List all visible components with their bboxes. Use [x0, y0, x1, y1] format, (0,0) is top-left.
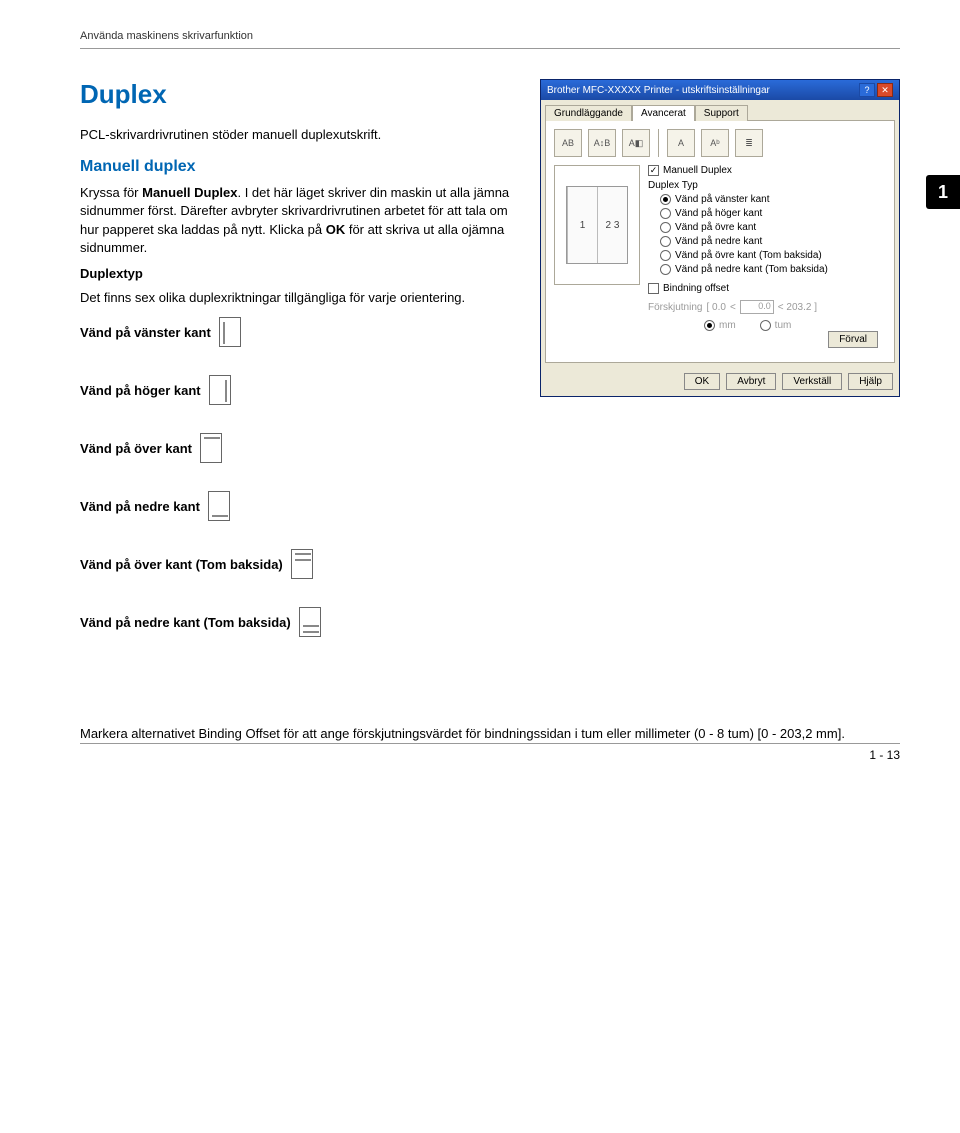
radio-label: Vänd på höger kant	[675, 208, 762, 219]
option-flip-bottom: Vänd på nedre kant	[80, 491, 520, 521]
strip-icon[interactable]: A↕B	[588, 129, 616, 157]
option-flip-top: Vänd på över kant	[80, 433, 520, 463]
checkbox-icon[interactable]	[648, 165, 659, 176]
dialog-titlebar[interactable]: Brother MFC-XXXXX Printer - utskriftsins…	[541, 80, 899, 100]
option-flip-top-blank: Vänd på över kant (Tom baksida)	[80, 549, 520, 579]
binding-offset-checkbox-row[interactable]: Bindning offset	[648, 283, 886, 294]
preview-page: 1	[567, 187, 597, 263]
radio-label: Vänd på vänster kant	[675, 194, 770, 205]
option-label: Vänd på över kant	[80, 441, 192, 456]
page-title: Duplex	[80, 79, 520, 110]
text-column: Duplex PCL-skrivardrivrutinen stöder man…	[80, 79, 520, 665]
dialog-title: Brother MFC-XXXXX Printer - utskriftsins…	[547, 85, 770, 96]
page-number: 1 - 13	[80, 743, 900, 762]
strip-icon[interactable]: Aᵇ	[701, 129, 729, 157]
default-button[interactable]: Förval	[828, 331, 878, 348]
intro-text: PCL-skrivardrivrutinen stöder manuell du…	[80, 126, 520, 144]
toolbar-icon-strip: AB A↕B A◧ A Aᵇ ≣	[554, 129, 886, 157]
radio-icon[interactable]	[660, 250, 671, 261]
binding-offset-controls: Förskjutning [ 0.0 < 0.0 < 203.2 ]	[648, 300, 886, 314]
option-label: Vänd på nedre kant	[80, 499, 200, 514]
duplex-left-icon	[219, 317, 241, 347]
duplex-options-pane: Manuell Duplex Duplex Typ Vänd på vänste…	[648, 165, 886, 331]
apply-button[interactable]: Verkställ	[782, 373, 842, 390]
print-settings-dialog: Brother MFC-XXXXX Printer - utskriftsins…	[540, 79, 900, 397]
radio-icon[interactable]	[760, 320, 771, 331]
binding-offset-label: Bindning offset	[663, 283, 729, 294]
strip-icon[interactable]: AB	[554, 129, 582, 157]
duplex-bottom-icon	[208, 491, 230, 521]
offset-range-min: [ 0.0	[706, 302, 725, 313]
preview-page: 2 3	[597, 187, 627, 263]
radio-label: Vänd på nedre kant	[675, 236, 762, 247]
option-label: Vänd på nedre kant (Tom baksida)	[80, 615, 291, 630]
option-flip-right: Vänd på höger kant	[80, 375, 520, 405]
radio-flip-bottom-blank[interactable]: Vänd på nedre kant (Tom baksida)	[660, 264, 886, 275]
duplex-top-blank-icon	[291, 549, 313, 579]
radio-label: Vänd på nedre kant (Tom baksida)	[675, 264, 828, 275]
radio-label: Vänd på övre kant (Tom baksida)	[675, 250, 822, 261]
titlebar-help-button[interactable]: ?	[859, 83, 875, 97]
unit-radio-row: mm tum	[648, 320, 886, 331]
radio-label: Vänd på övre kant	[675, 222, 756, 233]
option-label: Vänd på över kant (Tom baksida)	[80, 557, 283, 572]
manual-duplex-paragraph: Kryssa för Manuell Duplex. I det här läg…	[80, 184, 520, 257]
preview-book-icon: 1 2 3	[566, 186, 628, 264]
duplex-right-icon	[209, 375, 231, 405]
duplex-preview-pane: 1 2 3	[554, 165, 640, 285]
binding-offset-paragraph: Markera alternativet Binding Offset för …	[80, 725, 900, 743]
radio-icon[interactable]	[660, 264, 671, 275]
duplextyp-heading: Duplextyp	[80, 265, 520, 283]
radio-icon[interactable]	[660, 236, 671, 247]
strip-icon[interactable]: A◧	[622, 129, 650, 157]
manual-duplex-checkbox-row[interactable]: Manuell Duplex	[648, 165, 886, 176]
strip-icon[interactable]: A	[667, 129, 695, 157]
duplex-options-list: Vänd på vänster kant Vänd på höger kant …	[80, 317, 520, 637]
radio-flip-left[interactable]: Vänd på vänster kant	[660, 194, 886, 205]
offset-range-max: < 203.2 ]	[778, 302, 817, 313]
strip-separator	[658, 129, 659, 157]
radio-flip-top[interactable]: Vänd på övre kant	[660, 222, 886, 233]
page-header: Använda maskinens skrivarfunktion	[80, 30, 900, 49]
radio-icon[interactable]	[704, 320, 715, 331]
radio-icon[interactable]	[660, 208, 671, 219]
cancel-button[interactable]: Avbryt	[726, 373, 776, 390]
tab-basic[interactable]: Grundläggande	[545, 105, 632, 121]
chapter-tab: 1	[926, 175, 960, 209]
tab-body-advanced: AB A↕B A◧ A Aᵇ ≣ 1 2 3	[545, 120, 895, 363]
titlebar-close-button[interactable]: ✕	[877, 83, 893, 97]
dialog-tabs: Grundläggande Avancerat Support	[541, 100, 899, 120]
offset-value-field[interactable]: 0.0	[740, 300, 774, 314]
option-label: Vänd på vänster kant	[80, 325, 211, 340]
tab-support[interactable]: Support	[695, 105, 748, 121]
checkbox-icon[interactable]	[648, 283, 659, 294]
duplex-type-group-label: Duplex Typ	[648, 180, 886, 191]
radio-flip-bottom[interactable]: Vänd på nedre kant	[660, 236, 886, 247]
offset-label: Förskjutning	[648, 302, 702, 313]
manual-duplex-heading: Manuell duplex	[80, 158, 520, 176]
strip-icon[interactable]: ≣	[735, 129, 763, 157]
ok-button[interactable]: OK	[684, 373, 720, 390]
duplex-top-icon	[200, 433, 222, 463]
duplextyp-text: Det finns sex olika duplexriktningar til…	[80, 289, 520, 307]
tab-advanced[interactable]: Avancerat	[632, 105, 695, 121]
unit-tum-label: tum	[775, 320, 792, 331]
help-button[interactable]: Hjälp	[848, 373, 893, 390]
option-label: Vänd på höger kant	[80, 383, 201, 398]
option-flip-left: Vänd på vänster kant	[80, 317, 520, 347]
option-flip-bottom-blank: Vänd på nedre kant (Tom baksida)	[80, 607, 520, 637]
radio-icon[interactable]	[660, 194, 671, 205]
duplex-bottom-blank-icon	[299, 607, 321, 637]
dialog-button-row: OK Avbryt Verkställ Hjälp	[541, 367, 899, 396]
unit-mm-label: mm	[719, 320, 736, 331]
radio-flip-right[interactable]: Vänd på höger kant	[660, 208, 886, 219]
radio-icon[interactable]	[660, 222, 671, 233]
radio-flip-top-blank[interactable]: Vänd på övre kant (Tom baksida)	[660, 250, 886, 261]
manual-duplex-checkbox-label: Manuell Duplex	[663, 165, 732, 176]
